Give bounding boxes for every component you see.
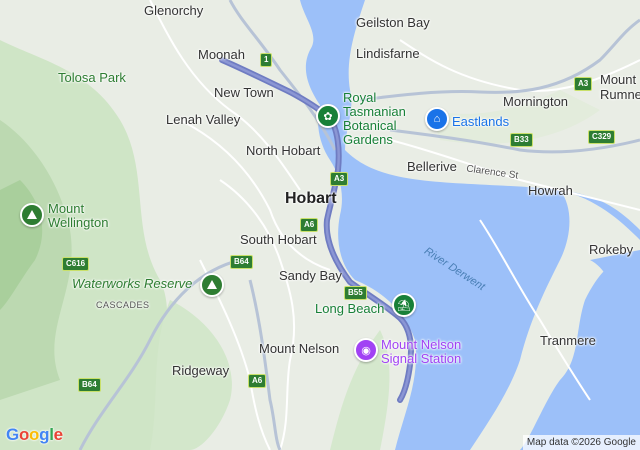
label-sandy-bay: Sandy Bay <box>279 268 342 283</box>
label-rokeby: Rokeby <box>589 242 634 257</box>
label-botanical-gardens[interactable]: Royal Tasmanian Botanical Gardens <box>343 91 406 147</box>
route-shield-b55: B55 <box>344 286 367 300</box>
label-moonah: Moonah <box>198 47 245 62</box>
camera-icon[interactable]: ◉ <box>354 338 378 362</box>
route-shield-a3-north: A3 <box>574 77 593 91</box>
label-mornington: Mornington <box>503 94 569 109</box>
label-south-hobart: South Hobart <box>240 232 317 247</box>
map-attribution[interactable]: Map data ©2026 Google <box>522 435 640 450</box>
google-logo[interactable]: Google <box>6 425 63 445</box>
route-shield-a3-east: A3 <box>330 172 349 186</box>
label-howrah: Howrah <box>528 183 573 198</box>
label-cascades: CASCADES <box>96 300 150 310</box>
label-tolosa-park: Tolosa Park <box>58 70 126 85</box>
label-bellerive: Bellerive <box>407 159 457 174</box>
label-mount-nelson: Mount Nelson <box>259 341 340 356</box>
logo-letter: e <box>53 425 63 444</box>
label-mount-rumney: Mount Rumney <box>600 72 640 102</box>
beach-icon[interactable]: ⛱ <box>392 293 416 317</box>
label-lindisfarne: Lindisfarne <box>356 46 420 61</box>
logo-letter: g <box>39 425 50 444</box>
logo-letter: o <box>18 425 30 444</box>
logo-letter: G <box>6 425 19 444</box>
route-shield-b64: B64 <box>230 255 253 269</box>
route-shield-1: 1 <box>260 53 273 67</box>
flower-icon[interactable]: ✿ <box>316 104 340 128</box>
map-canvas[interactable]: Glenorchy Geilston Bay Moonah Lindisfarn… <box>0 0 640 450</box>
label-signal-station[interactable]: Mount Nelson Signal Station <box>381 338 461 366</box>
route-shield-b33: B33 <box>510 133 533 147</box>
route-shield-a6-south: A6 <box>248 374 267 388</box>
label-north-hobart: North Hobart <box>246 143 321 158</box>
route-shield-a6-hobart: A6 <box>300 218 319 232</box>
mountain-icon[interactable] <box>20 203 44 227</box>
route-shield-c329: C329 <box>588 130 616 144</box>
label-ridgeway: Ridgeway <box>172 363 230 378</box>
label-new-town: New Town <box>214 85 274 100</box>
shopping-bag-icon[interactable]: ⌂ <box>425 107 449 131</box>
route-shield-c616: C616 <box>62 257 90 271</box>
label-glenorchy: Glenorchy <box>144 3 204 18</box>
logo-letter: o <box>29 425 40 444</box>
route-shield-b64-west: B64 <box>78 378 101 392</box>
label-tranmere: Tranmere <box>540 333 596 348</box>
label-eastlands[interactable]: Eastlands <box>452 115 509 129</box>
park-tree-icon[interactable] <box>200 273 224 297</box>
label-hobart: Hobart <box>285 190 337 207</box>
label-waterworks-reserve: Waterworks Reserve <box>72 276 193 291</box>
label-lenah-valley: Lenah Valley <box>166 112 241 127</box>
label-long-beach[interactable]: Long Beach <box>315 302 384 316</box>
label-geilston-bay: Geilston Bay <box>356 15 430 30</box>
label-mount-wellington: Mount Wellington <box>48 201 109 230</box>
